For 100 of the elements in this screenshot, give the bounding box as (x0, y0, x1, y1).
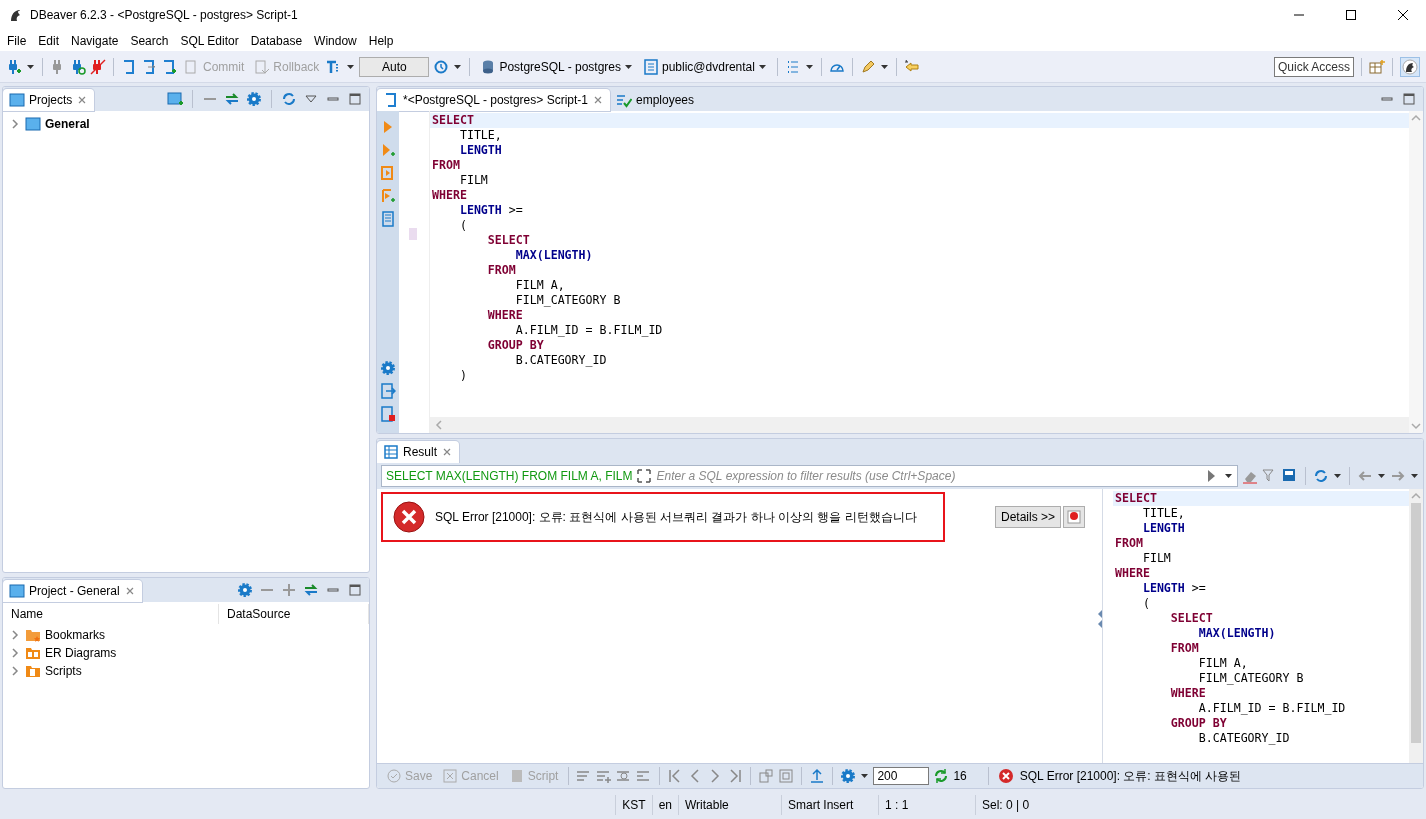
project-tab[interactable]: Project - General (3, 580, 142, 602)
column-header[interactable]: DataSource (219, 604, 369, 624)
menu-item[interactable]: Edit (32, 31, 66, 50)
diagram-folder-icon[interactable] (25, 645, 41, 661)
code-line: TITLE, (458, 128, 503, 143)
maximize-icon[interactable] (1401, 91, 1417, 107)
perspective-button[interactable] (1400, 56, 1420, 77)
expand-chevron-icon[interactable] (9, 118, 21, 130)
perspective-icon[interactable] (1369, 58, 1385, 75)
expand-chevron-icon[interactable] (9, 647, 21, 659)
script-folder-icon[interactable] (25, 663, 41, 679)
change-marker (409, 228, 417, 240)
record-mode-icon[interactable] (778, 768, 795, 784)
export-icon[interactable] (809, 768, 826, 784)
code-line: MAX(LENGTH) (514, 248, 594, 263)
projects-tab[interactable]: Projects (3, 89, 95, 111)
menu-item[interactable]: Search (124, 31, 175, 50)
refresh-icon[interactable] (281, 91, 297, 107)
code-line: GROUP BY (1169, 716, 1228, 731)
scroll-up-icon[interactable] (1410, 113, 1422, 123)
code-line: FILM_CATEGORY B (514, 293, 622, 308)
execute-new-tab-icon[interactable] (380, 142, 396, 158)
maximize-icon[interactable] (347, 91, 363, 107)
settings-icon[interactable] (840, 768, 857, 784)
scroll-left-icon[interactable] (434, 419, 444, 431)
scrollbar-thumb[interactable] (1411, 503, 1421, 743)
panel-layout-icon[interactable] (758, 768, 775, 784)
last-page-icon[interactable] (727, 768, 744, 784)
connection-selector[interactable]: PostgreSQL - postgres (477, 56, 636, 77)
editor-tab[interactable]: employees (610, 89, 700, 111)
tree-item[interactable]: General (45, 117, 90, 131)
expand-icon[interactable] (281, 582, 297, 598)
menu-item[interactable]: Navigate (65, 31, 125, 50)
history-icon[interactable] (433, 58, 450, 75)
error-log-icon (1066, 509, 1083, 525)
error-icon (997, 768, 1014, 784)
filter-field[interactable]: SELECT MAX(LENGTH) FROM FILM A, FILM Enter a SQL expression to filter results (use Ctrl+Space) (381, 465, 1238, 487)
result-tab[interactable]: Result (377, 441, 459, 463)
code-line: WHERE (486, 308, 524, 323)
menu-item[interactable]: Help (362, 31, 400, 50)
refresh-icon[interactable] (1313, 468, 1329, 484)
code-line: FROM (431, 158, 461, 173)
execute-script-new-tab-icon[interactable] (380, 188, 396, 204)
quick-access-field[interactable]: Quick Access (1273, 56, 1354, 77)
expand-chevron-icon[interactable] (9, 665, 21, 677)
new-script-icon[interactable] (161, 58, 177, 75)
arrow-left-star-icon[interactable] (903, 58, 920, 75)
tree-item[interactable]: ER Diagrams (45, 646, 117, 660)
maximize-icon[interactable] (347, 582, 363, 598)
table-check-icon[interactable] (616, 92, 632, 108)
fetch-size-field[interactable]: 200 (873, 767, 930, 785)
tree-item[interactable]: Scripts (45, 664, 82, 678)
save-filter-icon[interactable] (1282, 468, 1298, 484)
column-header[interactable]: Name (3, 604, 219, 624)
settings-icon[interactable] (246, 91, 262, 107)
code-line: A.FILM_ID = B.FILM_ID (514, 323, 664, 338)
refresh-icon[interactable] (933, 768, 950, 784)
code-line: WHERE (431, 188, 468, 203)
menu-item[interactable]: Database (244, 31, 309, 50)
code-line: SELECT (1169, 611, 1214, 626)
error-log-icon[interactable] (380, 406, 396, 422)
execute-script-icon[interactable] (380, 165, 396, 181)
script-icon[interactable] (383, 92, 399, 108)
cancel-box-icon (442, 768, 459, 784)
switch-script-icon[interactable] (141, 58, 157, 75)
close-icon[interactable] (441, 446, 453, 458)
explain-plan-icon[interactable] (380, 211, 396, 227)
details-button[interactable]: Details >> (995, 506, 1062, 528)
code-line: FILM A, (1197, 656, 1249, 671)
status-bar-item: 1 : 1 (878, 795, 975, 815)
new-connection-icon[interactable] (6, 58, 22, 75)
new-folder-icon[interactable] (167, 91, 183, 107)
sync-arrows-icon[interactable] (303, 582, 319, 598)
schema-icon (643, 58, 659, 75)
export-icon[interactable] (380, 383, 396, 399)
code-line: ( (458, 218, 468, 233)
close-icon[interactable] (592, 94, 604, 106)
menu-item[interactable]: SQL Editor (174, 31, 245, 50)
menu-item[interactable]: File (1, 31, 33, 50)
schema-selector[interactable]: public@dvdrental (640, 56, 770, 77)
menu-item[interactable]: Window (308, 31, 363, 50)
tree-item[interactable]: Bookmarks (45, 628, 106, 642)
add-row-icon[interactable] (596, 768, 613, 784)
scroll-down-icon[interactable] (1410, 421, 1422, 431)
splitter-arrows-icon[interactable] (1097, 609, 1103, 629)
editor-tab[interactable]: *<PostgreSQL - postgres> Script-1 (377, 89, 610, 111)
expand-chevron-icon[interactable] (9, 629, 21, 641)
error-log-button[interactable] (1063, 506, 1086, 528)
scroll-up-icon[interactable] (1410, 491, 1422, 501)
sync-arrows-icon[interactable] (224, 91, 240, 107)
sql-script-icon[interactable] (121, 58, 137, 75)
transaction-mode-button[interactable]: Auto (359, 56, 430, 77)
code-line: FROM (1114, 536, 1144, 551)
disconnect-icon[interactable] (90, 58, 106, 75)
code-line: LENGTH (458, 143, 503, 158)
filter-placeholder: Enter a SQL expression to filter results (use Ctrl+Space) (656, 469, 957, 483)
reconnect-icon[interactable] (70, 58, 86, 75)
settings-icon[interactable] (237, 582, 253, 598)
editor-settings-icon[interactable] (380, 360, 396, 376)
bookmark-folder-icon[interactable] (25, 627, 41, 643)
